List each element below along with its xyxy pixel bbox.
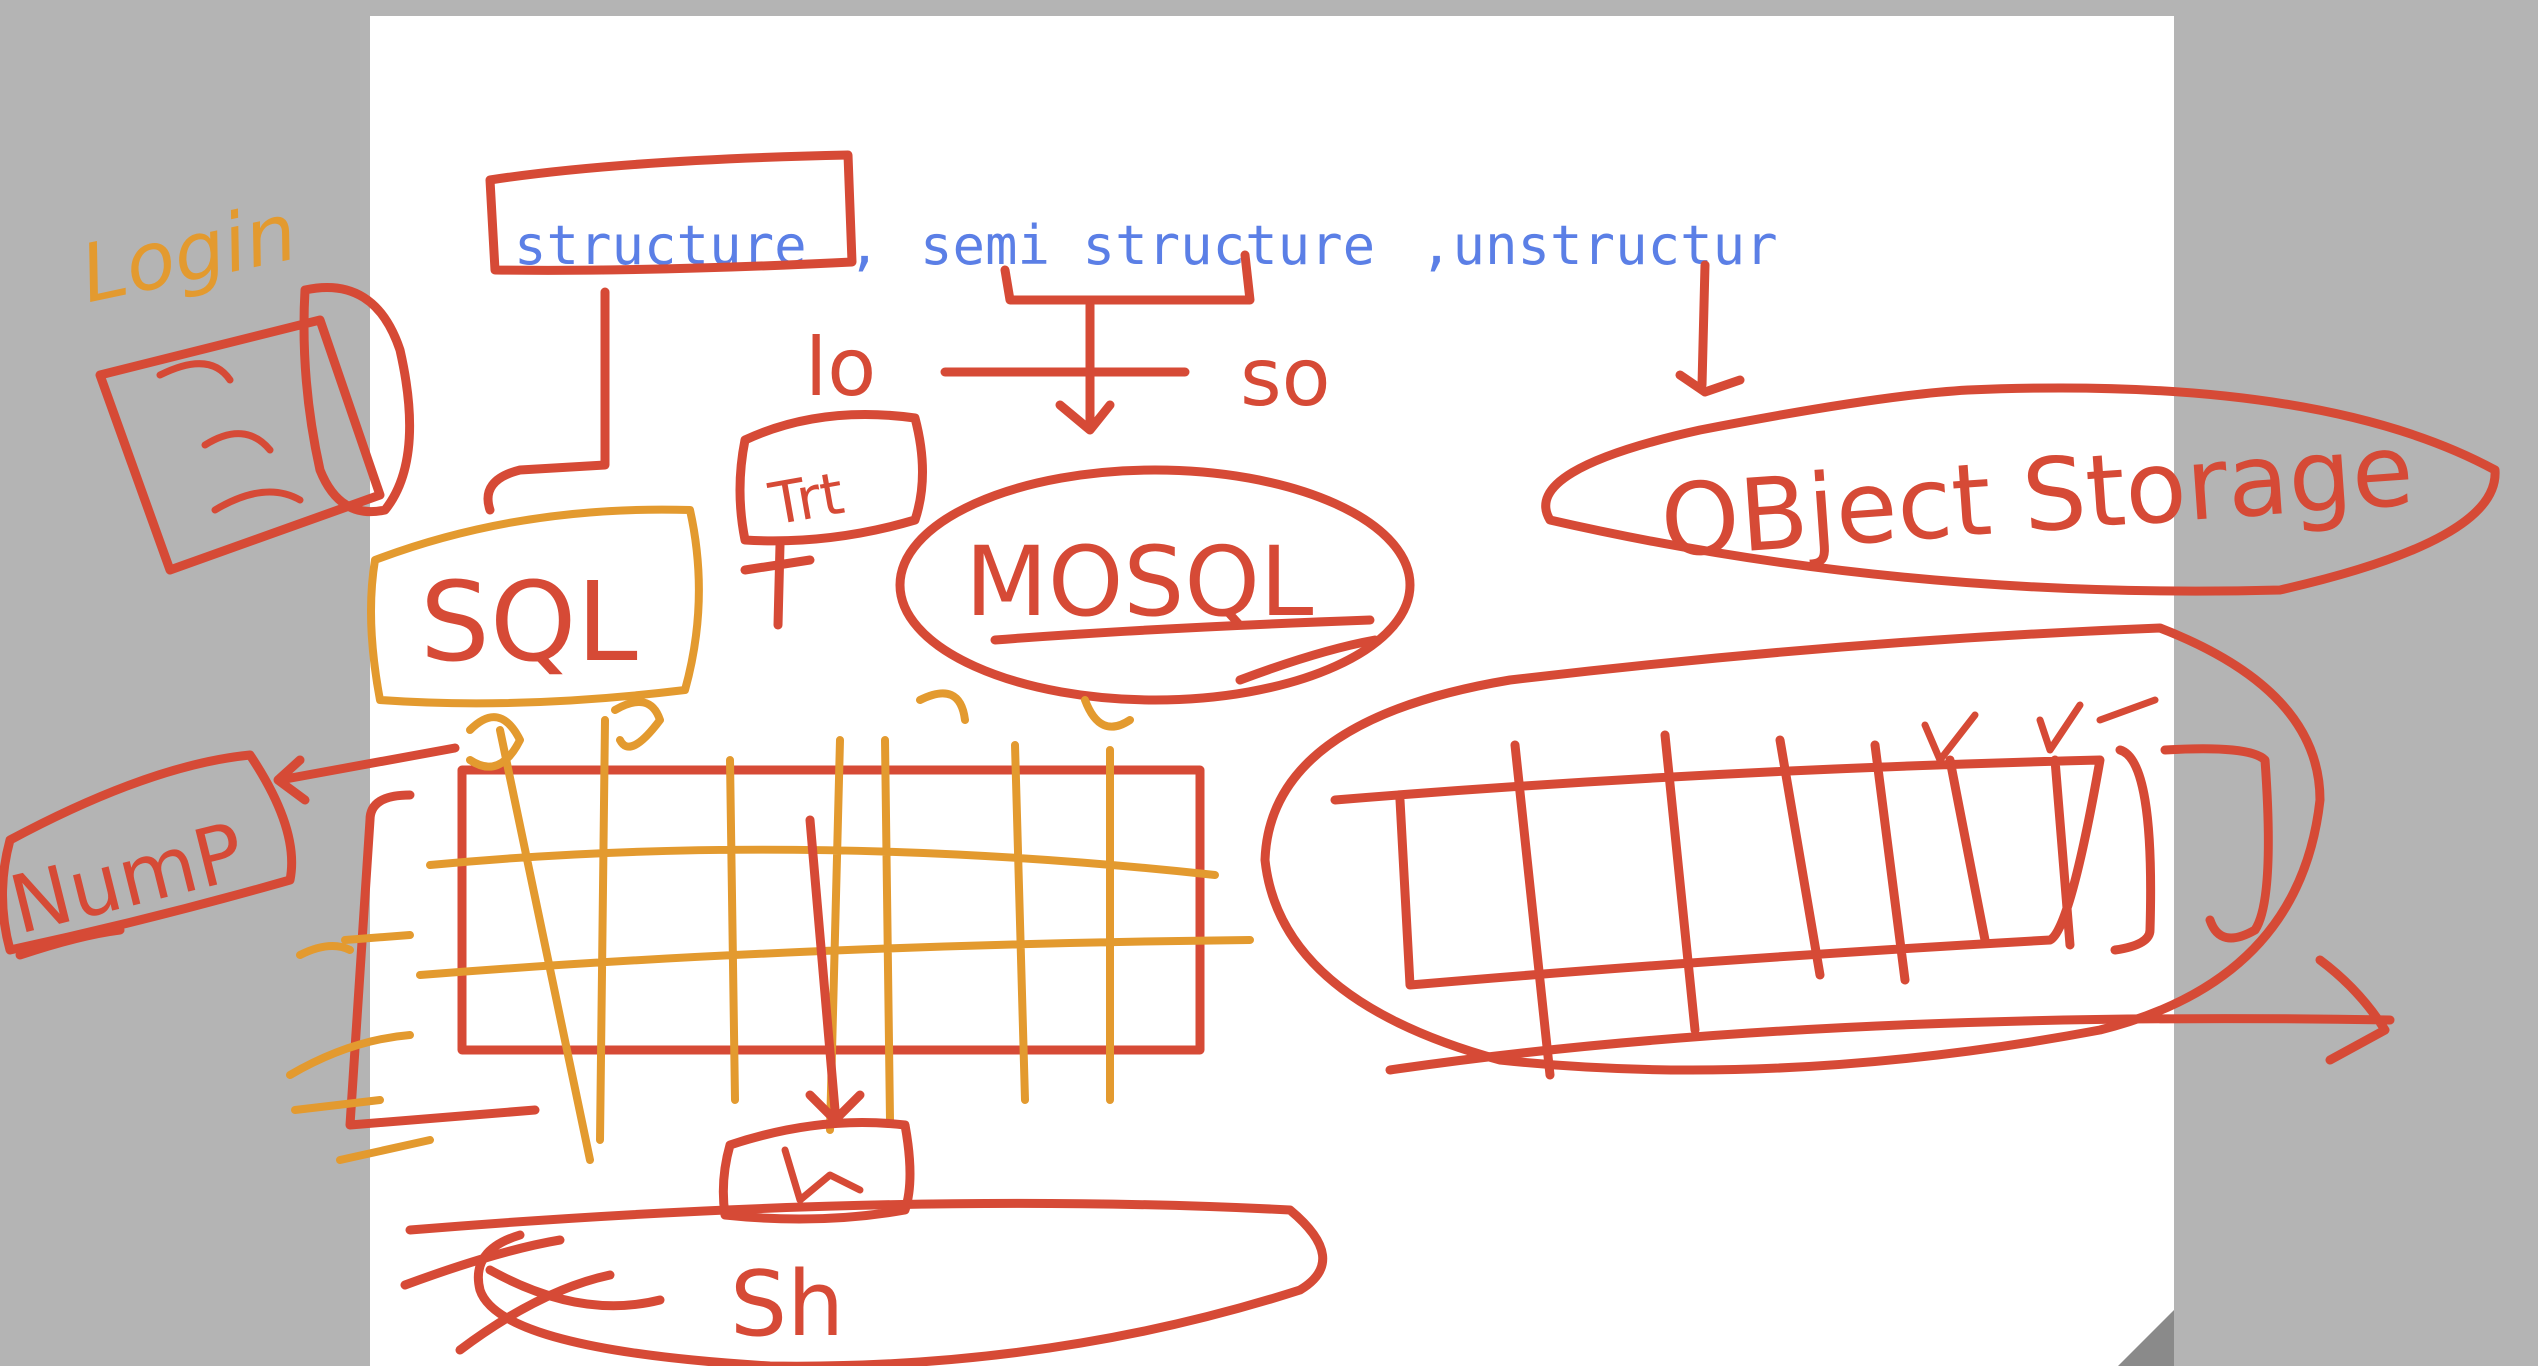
handwriting-sh: Sh — [730, 1252, 844, 1357]
object-storage-extension — [2160, 744, 2273, 943]
handwriting-sql: SQL — [420, 558, 638, 686]
handwriting-lo: lo — [805, 321, 876, 414]
semi-bracket — [1000, 250, 1255, 435]
sql-table-left-bracket — [345, 790, 540, 1130]
structure-box — [485, 150, 857, 275]
nump-arrow — [273, 743, 460, 805]
ink-layer: Login SQL lo so Trt MOSQL OBject Storage… — [0, 150, 2500, 1366]
object-storage-big-ellipse — [1260, 623, 2325, 1075]
table-output-label — [781, 1146, 864, 1204]
login-document-icon — [95, 283, 415, 575]
trt-connector — [740, 540, 815, 630]
handwriting-login: Login — [73, 185, 305, 321]
handwriting-object-storage: OBject Storage — [1657, 411, 2417, 580]
handwriting-trt: Trt — [764, 459, 849, 539]
handwriting-so: so — [1240, 331, 1331, 424]
unstructured-arrow — [1675, 260, 1745, 397]
login-lines — [156, 360, 304, 514]
sh-oval — [405, 1198, 1328, 1366]
structure-connector — [483, 287, 610, 515]
